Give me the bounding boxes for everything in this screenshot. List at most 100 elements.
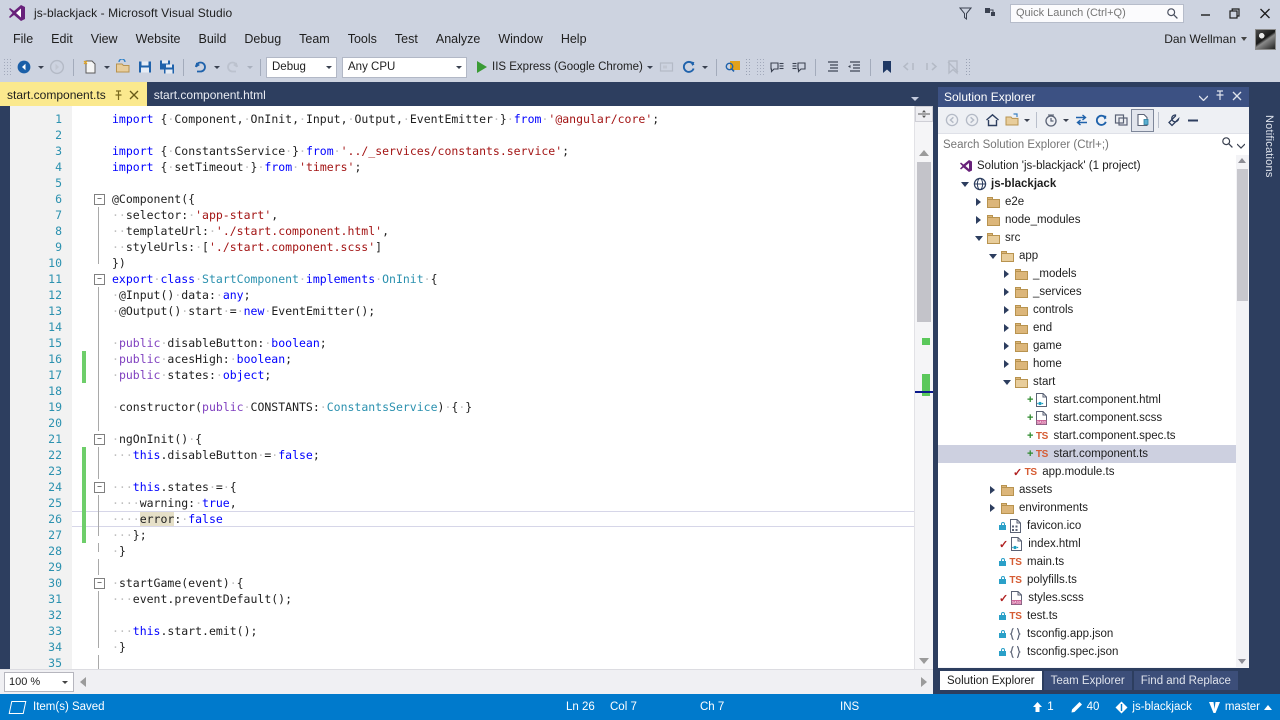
code-editor[interactable]: 1 import {·Component,·OnInit,·Input,·Outp… — [0, 106, 933, 670]
status-branch[interactable]: master — [1208, 701, 1272, 714]
chevron-right-icon[interactable] — [1000, 301, 1013, 319]
menu-item-tools[interactable]: Tools — [339, 29, 386, 49]
chevron-right-icon[interactable] — [972, 193, 985, 211]
chevron-down-icon[interactable] — [911, 97, 919, 101]
pending-changes-dropdown-icon[interactable] — [1022, 109, 1032, 131]
tree-item[interactable]: app — [938, 247, 1236, 265]
code-line[interactable]: 5 — [10, 175, 933, 191]
undo-icon[interactable] — [189, 55, 211, 79]
code-line[interactable]: 32 — [10, 607, 933, 623]
menu-item-debug[interactable]: Debug — [235, 29, 290, 49]
show-all-files-icon[interactable] — [1131, 108, 1154, 132]
scroll-down-icon[interactable] — [1238, 659, 1246, 664]
refresh-icon[interactable] — [1091, 109, 1111, 131]
start-debugging-dropdown-icon[interactable] — [645, 55, 656, 79]
chevron-right-icon[interactable] — [1000, 283, 1013, 301]
pin-icon[interactable] — [113, 89, 124, 101]
code-line[interactable]: 4 import {·setTimeout·}·from·'timers'; — [10, 159, 933, 175]
editor-split-handle[interactable] — [915, 106, 933, 122]
history-icon[interactable] — [1041, 109, 1061, 131]
chevron-down-icon[interactable] — [1198, 88, 1209, 106]
tree-item[interactable]: js-blackjack — [938, 175, 1236, 193]
menu-item-test[interactable]: Test — [386, 29, 427, 49]
pin-icon[interactable] — [1215, 88, 1225, 106]
code-line[interactable]: 3 import {·ConstantsService·}·from·'../_s… — [10, 143, 933, 159]
code-line[interactable]: 2 — [10, 127, 933, 143]
chevron-right-icon[interactable] — [986, 481, 999, 499]
code-line[interactable]: 8 ··templateUrl:·'./start.component.html'… — [10, 223, 933, 239]
tree-item[interactable]: TS test.ts — [938, 607, 1236, 625]
tree-item[interactable]: node_modules — [938, 211, 1236, 229]
chevron-down-icon[interactable] — [958, 175, 971, 193]
tree-item[interactable]: + SASS start.component.scss — [938, 409, 1236, 427]
code-line[interactable]: 1 import {·Component,·OnInit,·Input,·Outp… — [10, 111, 933, 127]
code-line[interactable]: 6 − @Component({ — [10, 191, 933, 207]
tree-item[interactable]: TS polyfills.ts — [938, 571, 1236, 589]
chevron-right-icon[interactable] — [1000, 319, 1013, 337]
editor-vertical-scrollbar[interactable] — [914, 106, 933, 670]
start-debugging-button[interactable]: IIS Express (Google Chrome) — [472, 55, 645, 79]
preview-selected-items-icon[interactable] — [1183, 109, 1203, 131]
collapse-region-icon[interactable]: − — [94, 194, 105, 205]
code-line[interactable]: 12 ·@Input()·data:·any; — [10, 287, 933, 303]
scrollbar-thumb[interactable] — [1237, 169, 1248, 301]
code-line[interactable]: 20 — [10, 415, 933, 431]
code-line[interactable]: 29 — [10, 559, 933, 575]
navigate-back-icon[interactable] — [13, 55, 35, 79]
refresh-dropdown-icon[interactable] — [700, 55, 711, 79]
toolbar-grip[interactable] — [3, 58, 11, 76]
chevron-right-icon[interactable] — [972, 211, 985, 229]
bookmark-icon[interactable] — [876, 55, 898, 79]
search-input[interactable] — [938, 137, 1195, 152]
find-options-grip[interactable] — [744, 58, 752, 76]
new-item-dropdown-icon[interactable] — [101, 55, 112, 79]
minimize-icon[interactable] — [1190, 0, 1220, 26]
notifications-tool-tab[interactable]: Notifications — [1258, 86, 1280, 206]
code-line[interactable]: 27 ···}; — [10, 527, 933, 543]
horizontal-scrollbar-track[interactable] — [86, 675, 921, 689]
tree-item[interactable]: controls — [938, 301, 1236, 319]
user-account-area[interactable]: Dan Wellman — [1164, 26, 1276, 52]
save-icon[interactable] — [134, 55, 156, 79]
close-icon[interactable] — [1232, 88, 1242, 106]
code-line[interactable]: 19 ·constructor(public·CONSTANTS:·Constan… — [10, 399, 933, 415]
tree-item[interactable]: environments — [938, 499, 1236, 517]
tab-team-explorer[interactable]: Team Explorer — [1043, 671, 1132, 690]
scroll-up-icon[interactable] — [919, 150, 929, 156]
code-line[interactable]: 24 − ···this.states·=·{ — [10, 479, 933, 495]
code-line[interactable]: 14 — [10, 319, 933, 335]
code-line[interactable]: 17 ·public·states:·object; — [10, 367, 933, 383]
code-lines[interactable]: 1 import {·Component,·OnInit,·Input,·Outp… — [10, 111, 933, 670]
chevron-down-icon[interactable] — [972, 229, 985, 247]
tree-item[interactable]: tsconfig.app.json — [938, 625, 1236, 643]
tree-item[interactable]: favicon.ico — [938, 517, 1236, 535]
tree-item[interactable]: assets — [938, 481, 1236, 499]
status-unpublished-edits[interactable]: 40 — [1070, 701, 1099, 714]
code-line[interactable]: 26 ····error:·false — [10, 511, 933, 527]
status-repository[interactable]: js-blackjack — [1115, 701, 1192, 714]
code-line[interactable]: 23 — [10, 463, 933, 479]
tree-item[interactable]: ✓ TS app.module.ts — [938, 463, 1236, 481]
scroll-down-icon[interactable] — [919, 658, 929, 664]
menu-item-website[interactable]: Website — [127, 29, 190, 49]
toolbar-grip[interactable] — [755, 58, 764, 76]
code-line[interactable]: 35 — [10, 655, 933, 670]
code-line[interactable]: 30 − ·startGame(event)·{ — [10, 575, 933, 591]
new-item-icon[interactable] — [79, 55, 101, 79]
code-line[interactable]: 7 ··selector:·'app-start', — [10, 207, 933, 223]
menu-item-window[interactable]: Window — [489, 29, 551, 49]
tree-item[interactable]: ✓ SASS styles.scss — [938, 589, 1236, 607]
menu-item-build[interactable]: Build — [190, 29, 236, 49]
menu-item-help[interactable]: Help — [552, 29, 596, 49]
chevron-down-icon[interactable] — [986, 247, 999, 265]
chevron-right-icon[interactable] — [986, 499, 999, 517]
scroll-up-icon[interactable] — [1238, 158, 1246, 163]
tree-item[interactable]: game — [938, 337, 1236, 355]
solution-tree-scrollbar[interactable] — [1236, 155, 1249, 667]
collapse-region-icon[interactable]: − — [94, 482, 105, 493]
scroll-right-icon[interactable] — [921, 677, 927, 687]
code-line[interactable]: 31 ···event.preventDefault(); — [10, 591, 933, 607]
properties-wrench-icon[interactable] — [1163, 109, 1183, 131]
collapse-all-icon[interactable] — [1111, 109, 1131, 131]
code-line[interactable]: 15 ·public·disableButton:·boolean; — [10, 335, 933, 351]
